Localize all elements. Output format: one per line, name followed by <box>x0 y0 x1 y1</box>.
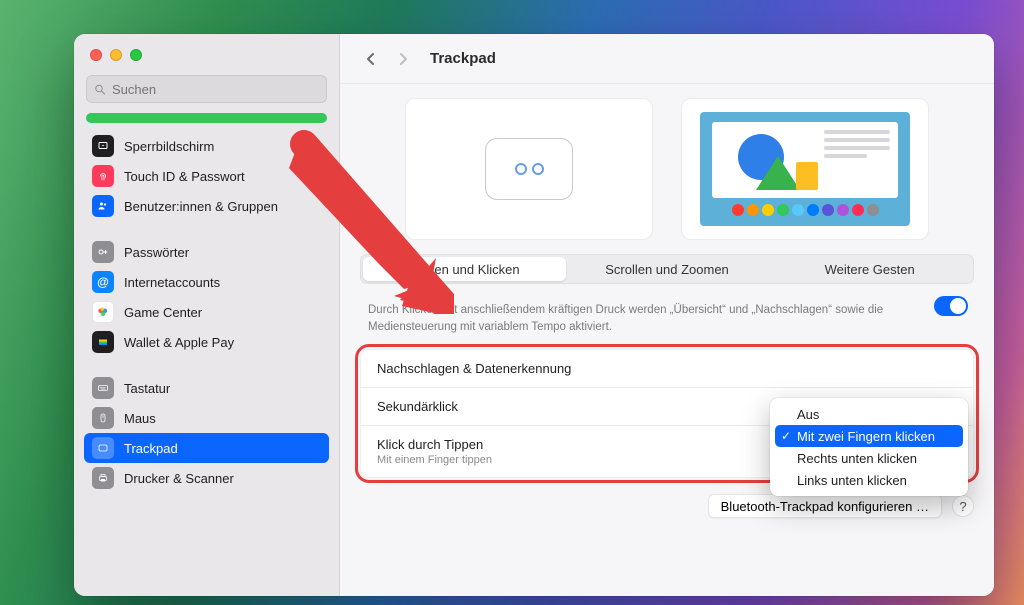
sidebar-item-partial-above[interactable] <box>86 113 327 123</box>
tab-scroll-zoom[interactable]: Scrollen und Zoomen <box>566 257 769 281</box>
forward-button[interactable] <box>392 45 414 73</box>
dropdown-option-two-finger-click[interactable]: ✓ Mit zwei Fingern klicken <box>775 425 963 447</box>
sidebar-item-internet-accounts[interactable]: @ Internetaccounts <box>84 267 329 297</box>
chevron-right-icon <box>398 52 408 66</box>
sidebar-item-keyboard[interactable]: Tastatur <box>84 373 329 403</box>
content-area: Zeigen und Klicken Scrollen und Zoomen W… <box>340 84 994 532</box>
window-controls <box>74 46 339 75</box>
sidebar-item-label: Maus <box>124 411 156 426</box>
display-preview-card <box>681 98 929 240</box>
users-icon <box>97 200 109 212</box>
close-window-button[interactable] <box>90 49 102 61</box>
display-mock <box>700 112 910 226</box>
row-title: Sekundärklick <box>377 399 458 414</box>
minimize-window-button[interactable] <box>110 49 122 61</box>
at-icon: @ <box>97 275 109 289</box>
mock-text-lines <box>824 130 890 190</box>
zoom-window-button[interactable] <box>130 49 142 61</box>
swatch-row <box>712 204 898 216</box>
system-settings-window: Sperrbildschirm Touch ID & Passwort Benu… <box>74 34 994 596</box>
keyboard-icon <box>97 382 109 394</box>
sidebar: Sperrbildschirm Touch ID & Passwort Benu… <box>74 34 340 596</box>
dropdown-option-bottom-right[interactable]: Rechts unten klicken <box>775 447 963 469</box>
fingerprint-icon <box>97 170 109 182</box>
dropdown-option-bottom-left[interactable]: Links unten klicken <box>775 469 963 491</box>
sidebar-item-touch-id[interactable]: Touch ID & Passwort <box>84 161 329 191</box>
secondary-click-dropdown-menu: Aus ✓ Mit zwei Fingern klicken Rechts un… <box>770 398 968 496</box>
finger-dot-icon <box>515 163 527 175</box>
checkmark-icon: ✓ <box>781 429 791 443</box>
sidebar-item-trackpad[interactable]: Trackpad <box>84 433 329 463</box>
row-subtitle: Mit einem Finger tippen <box>377 454 492 466</box>
finger-dot-icon <box>532 163 544 175</box>
configure-bluetooth-trackpad-button[interactable]: Bluetooth-Trackpad konfigurieren … <box>708 494 942 518</box>
sidebar-item-passwords[interactable]: Passwörter <box>84 237 329 267</box>
footer-row: Bluetooth-Trackpad konfigurieren … ? <box>360 492 974 518</box>
sidebar-list: Sperrbildschirm Touch ID & Passwort Benu… <box>74 113 339 493</box>
tab-more-gestures[interactable]: Weitere Gesten <box>768 257 971 281</box>
help-button[interactable]: ? <box>952 495 974 517</box>
row-title: Klick durch Tippen <box>377 437 492 452</box>
gamecenter-icon <box>96 305 110 319</box>
search-input[interactable] <box>112 82 319 97</box>
main-panel: Trackpad <box>340 34 994 596</box>
page-title: Trackpad <box>430 50 496 67</box>
previews-row <box>360 98 974 240</box>
sidebar-item-label: Trackpad <box>124 441 178 456</box>
force-click-hint: Durch Klicken mit anschließendem kräftig… <box>360 298 974 335</box>
search-field[interactable] <box>86 75 327 103</box>
back-button[interactable] <box>360 45 382 73</box>
lock-screen-icon <box>97 140 109 152</box>
sidebar-item-label: Wallet & Apple Pay <box>124 335 234 350</box>
sidebar-item-users-groups[interactable]: Benutzer:innen & Gruppen <box>84 191 329 221</box>
sidebar-item-label: Passwörter <box>124 245 189 260</box>
sidebar-item-mouse[interactable]: Maus <box>84 403 329 433</box>
sidebar-item-label: Game Center <box>124 305 202 320</box>
sidebar-item-printers[interactable]: Drucker & Scanner <box>84 463 329 493</box>
key-icon <box>97 246 109 258</box>
sidebar-item-label: Internetaccounts <box>124 275 220 290</box>
printer-icon <box>97 472 109 484</box>
sidebar-item-wallet[interactable]: Wallet & Apple Pay <box>84 327 329 357</box>
row-lookup: Nachschlagen & Datenerkennung <box>361 350 973 388</box>
sidebar-item-lock-screen[interactable]: Sperrbildschirm <box>84 131 329 161</box>
row-title: Nachschlagen & Datenerkennung <box>377 361 571 376</box>
sidebar-item-label: Sperrbildschirm <box>124 139 214 154</box>
trackpad-preview-card <box>405 98 653 240</box>
wallet-icon <box>97 336 109 348</box>
sidebar-item-label: Touch ID & Passwort <box>124 169 245 184</box>
sidebar-item-game-center[interactable]: Game Center <box>84 297 329 327</box>
trackpad-icon <box>97 442 109 454</box>
tab-bar: Zeigen und Klicken Scrollen und Zoomen W… <box>360 254 974 284</box>
trackpad-glyph <box>485 138 573 200</box>
force-click-toggle[interactable] <box>934 296 968 316</box>
mock-art <box>720 130 818 190</box>
tab-point-click[interactable]: Zeigen und Klicken <box>363 257 566 281</box>
chevron-left-icon <box>366 52 376 66</box>
mouse-icon <box>97 412 109 424</box>
search-icon <box>94 83 106 96</box>
sidebar-item-label: Drucker & Scanner <box>124 471 234 486</box>
titlebar: Trackpad <box>340 34 994 84</box>
sidebar-item-label: Benutzer:innen & Gruppen <box>124 199 278 214</box>
sidebar-item-label: Tastatur <box>124 381 170 396</box>
dropdown-option-off[interactable]: Aus <box>775 403 963 425</box>
